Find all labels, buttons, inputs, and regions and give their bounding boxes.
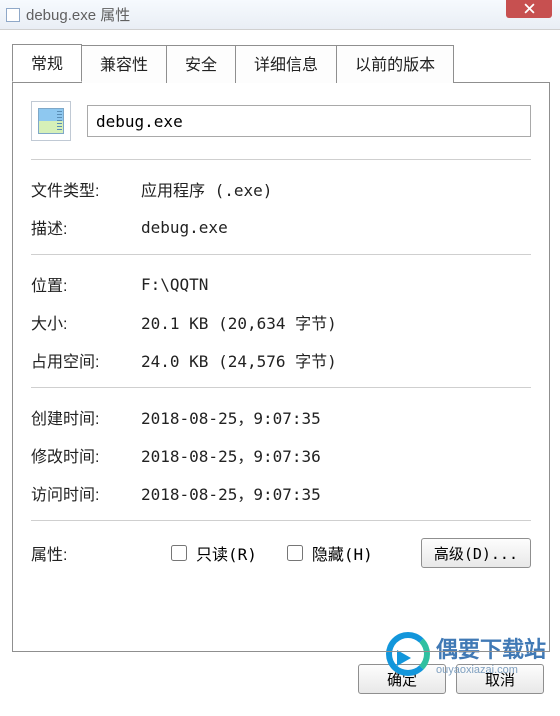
size-label: 大小: — [31, 310, 141, 334]
location-row: 位置: F:\QQTN — [31, 265, 531, 303]
divider — [31, 520, 531, 521]
tab-general[interactable]: 常规 — [12, 44, 82, 82]
created-label: 创建时间: — [31, 405, 141, 429]
description-label: 描述: — [31, 215, 141, 239]
titlebar: debug.exe 属性 — [0, 0, 560, 30]
ok-button[interactable]: 确定 — [358, 664, 446, 694]
readonly-checkbox[interactable]: 只读(R) — [167, 541, 257, 565]
divider — [31, 254, 531, 255]
divider — [31, 159, 531, 160]
file-type-value: 应用程序 (.exe) — [141, 177, 272, 201]
modified-label: 修改时间: — [31, 443, 141, 467]
size-on-disk-value: 24.0 KB (24,576 字节) — [141, 348, 337, 372]
location-label: 位置: — [31, 272, 141, 296]
size-on-disk-label: 占用空间: — [31, 348, 141, 372]
dialog-buttons: 确定 取消 — [0, 652, 560, 694]
created-row: 创建时间: 2018-08-25，9:07:35 — [31, 398, 531, 436]
close-button[interactable] — [506, 0, 552, 18]
size-on-disk-row: 占用空间: 24.0 KB (24,576 字节) — [31, 341, 531, 379]
window-title: debug.exe 属性 — [26, 4, 130, 25]
file-type-row: 文件类型: 应用程序 (.exe) — [31, 170, 531, 208]
readonly-checkbox-input[interactable] — [171, 545, 187, 561]
hidden-checkbox-input[interactable] — [287, 545, 303, 561]
close-icon — [524, 3, 535, 14]
accessed-label: 访问时间: — [31, 481, 141, 505]
filename-input[interactable] — [87, 105, 531, 137]
cancel-button[interactable]: 取消 — [456, 664, 544, 694]
tab-compatibility[interactable]: 兼容性 — [81, 45, 167, 83]
description-row: 描述: debug.exe — [31, 208, 531, 246]
general-panel: 文件类型: 应用程序 (.exe) 描述: debug.exe 位置: F:\Q… — [12, 82, 550, 652]
modified-row: 修改时间: 2018-08-25，9:07:36 — [31, 436, 531, 474]
hidden-checkbox-label: 隐藏(H) — [312, 541, 373, 565]
accessed-value: 2018-08-25，9:07:35 — [141, 481, 321, 505]
location-value: F:\QQTN — [141, 275, 208, 294]
tab-strip: 常规 兼容性 安全 详细信息 以前的版本 — [12, 44, 560, 82]
attributes-label: 属性: — [31, 541, 141, 565]
tab-previous-versions[interactable]: 以前的版本 — [336, 45, 454, 83]
size-row: 大小: 20.1 KB (20,634 字节) — [31, 303, 531, 341]
description-value: debug.exe — [141, 218, 228, 237]
divider — [31, 387, 531, 388]
accessed-row: 访问时间: 2018-08-25，9:07:35 — [31, 474, 531, 512]
created-value: 2018-08-25，9:07:35 — [141, 405, 321, 429]
readonly-checkbox-label: 只读(R) — [196, 541, 257, 565]
attributes-row: 属性: 只读(R) 隐藏(H) 高级(D)... — [31, 531, 531, 575]
app-icon — [6, 8, 20, 22]
hidden-checkbox[interactable]: 隐藏(H) — [283, 541, 373, 565]
tab-security[interactable]: 安全 — [166, 45, 236, 83]
filename-row — [31, 101, 531, 151]
size-value: 20.1 KB (20,634 字节) — [141, 310, 337, 334]
file-icon — [31, 101, 71, 141]
advanced-button[interactable]: 高级(D)... — [421, 538, 531, 568]
file-type-label: 文件类型: — [31, 177, 141, 201]
modified-value: 2018-08-25，9:07:36 — [141, 443, 321, 467]
tab-details[interactable]: 详细信息 — [235, 45, 337, 83]
